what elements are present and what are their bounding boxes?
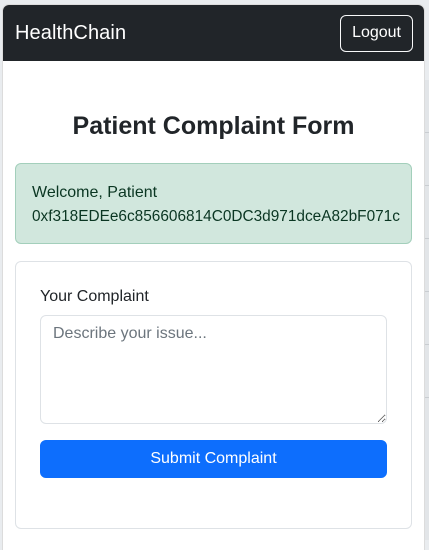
page-title: Patient Complaint Form bbox=[72, 112, 355, 140]
complaint-card: Your Complaint Submit Complaint bbox=[15, 261, 412, 529]
background-divider bbox=[424, 291, 429, 292]
welcome-text: Welcome, Patient bbox=[32, 184, 158, 201]
logout-button[interactable]: Logout bbox=[340, 14, 413, 52]
brand-name[interactable]: HealthChain bbox=[15, 22, 126, 45]
background-divider bbox=[424, 132, 429, 133]
patient-wallet-address: 0xf318EDEe6c856606814C0DC3d971dceA82bF07… bbox=[32, 208, 400, 225]
submit-complaint-button[interactable]: Submit Complaint bbox=[40, 440, 387, 478]
background-divider bbox=[424, 397, 429, 398]
complaint-input[interactable] bbox=[40, 315, 387, 424]
app-window: HealthChain Logout Patient Complaint For… bbox=[3, 5, 424, 550]
background-divider bbox=[424, 238, 429, 239]
complaint-label: Your Complaint bbox=[40, 288, 149, 305]
background-page-edge bbox=[424, 80, 429, 540]
navbar: HealthChain Logout bbox=[3, 5, 424, 61]
background-divider bbox=[424, 344, 429, 345]
background-divider bbox=[424, 185, 429, 186]
welcome-alert: Welcome, Patient 0xf318EDEe6c856606814C0… bbox=[15, 163, 412, 244]
